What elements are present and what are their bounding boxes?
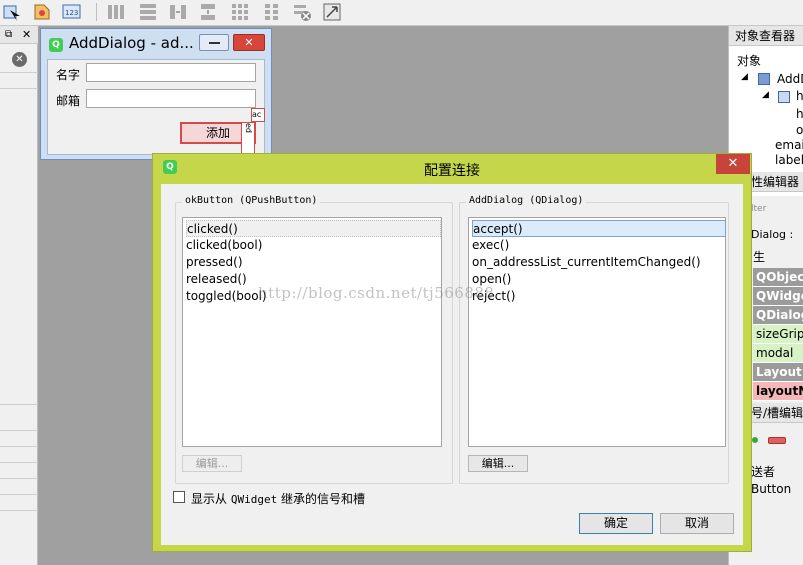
dialog-body: okButton (QPushButton) clicked() clicked…	[161, 184, 743, 545]
ok-button[interactable]: 确定	[579, 513, 653, 534]
property-section-qobject[interactable]: QObject	[753, 268, 803, 287]
sender-value: Button	[751, 482, 792, 496]
object-inspector-title: 对象查看器	[729, 26, 803, 46]
property-sizegrip[interactable]: sizeGrip	[753, 325, 803, 344]
tree-item-email[interactable]: emai	[775, 138, 803, 152]
edit-tab-order-icon[interactable]: 123	[62, 2, 82, 22]
widget-box-dock: ⧉ ✕ ✕	[0, 26, 38, 565]
property-section-qwidget[interactable]: QWidge	[753, 287, 803, 306]
edit-signals-slots-icon[interactable]	[32, 2, 52, 22]
dialog-close-button[interactable]: ✕	[716, 154, 750, 174]
float-icon[interactable]: ⧉	[5, 29, 12, 40]
sender-group-title: okButton (QPushButton)	[182, 195, 321, 206]
property-column-header: 生	[753, 250, 766, 264]
add-connection-icon[interactable]	[752, 437, 758, 443]
property-modal[interactable]: modal	[753, 344, 803, 363]
tree-expand-icon-2[interactable]: ◢	[762, 90, 769, 100]
property-object-label: Dialog :	[751, 228, 794, 241]
close-icon[interactable]: ✕	[22, 28, 31, 41]
dialog-title: 配置连接	[424, 163, 480, 179]
minimize-button[interactable]	[199, 34, 229, 51]
property-filter-input[interactable]: lter	[751, 204, 766, 214]
tree-item-h2[interactable]: h	[796, 107, 803, 121]
form-close-button[interactable]: ✕	[233, 34, 265, 51]
layout-object-icon	[778, 91, 790, 103]
signal-item[interactable]: clicked(bool)	[186, 237, 262, 254]
receiver-group: AddDialog (QDialog) accept() exec() on_a…	[459, 195, 729, 484]
property-section-layout[interactable]: Layout	[753, 363, 803, 382]
layout-splitter-horizontal-icon[interactable]	[168, 2, 188, 22]
show-inherited-checkbox[interactable]	[173, 491, 185, 503]
form-preview-title: AddDialog - ad...	[69, 34, 194, 52]
layout-vertical-icon[interactable]	[138, 2, 158, 22]
edit-signals-button[interactable]: 编辑...	[182, 455, 242, 472]
name-input[interactable]	[86, 63, 256, 82]
connection-end-marker: ac	[251, 108, 265, 122]
tree-item-label[interactable]: label	[775, 153, 803, 167]
adjust-size-icon[interactable]	[322, 2, 342, 22]
property-layoutname[interactable]: layoutN	[753, 382, 803, 401]
connection-line: ed	[241, 122, 255, 154]
watermark: http://blog.csdn.net/tj566888	[258, 284, 495, 302]
break-layout-icon[interactable]	[292, 2, 312, 22]
layout-splitter-vertical-icon[interactable]	[198, 2, 218, 22]
dialog-titlebar: Q 配置连接 ✕	[153, 154, 751, 184]
widget-box-titlebar: ⧉ ✕	[0, 26, 38, 44]
signal-item[interactable]: toggled(bool)	[186, 288, 267, 305]
svg-text:123: 123	[65, 9, 78, 17]
edit-slots-button[interactable]: 编辑...	[468, 455, 528, 472]
email-input[interactable]	[86, 89, 256, 108]
show-inherited-label[interactable]: 显示从 QWidget 继承的信号和槽	[191, 490, 365, 507]
tree-expand-icon[interactable]: ◢	[741, 72, 748, 82]
slot-item[interactable]: on_addressList_currentItemChanged()	[472, 254, 701, 271]
layout-grid-icon[interactable]	[230, 2, 250, 22]
tree-item-h1[interactable]: h	[796, 89, 803, 103]
dialog-object-icon	[758, 73, 770, 85]
configure-connection-dialog: Q 配置连接 ✕ okButton (QPushButton) clicked(…	[152, 153, 752, 552]
slot-item-selected[interactable]: accept()	[472, 220, 726, 237]
signal-item[interactable]: pressed()	[186, 254, 243, 271]
remove-connection-icon[interactable]	[768, 437, 786, 444]
signal-item[interactable]: clicked()	[186, 220, 441, 237]
signal-item[interactable]: released()	[186, 271, 247, 288]
slot-list[interactable]: accept() exec() on_addressList_currentIt…	[468, 217, 726, 447]
form-preview-titlebar: Q AddDialog - ad... ✕	[41, 29, 271, 59]
tree-item-adddialog[interactable]: AddD	[777, 72, 803, 86]
sender-group: okButton (QPushButton) clicked() clicked…	[175, 195, 453, 484]
cancel-button[interactable]: 取消	[660, 513, 734, 534]
qt-logo-icon: Q	[49, 38, 63, 52]
name-label: 名字	[56, 68, 81, 82]
property-section-qdialog[interactable]: QDialog	[753, 306, 803, 325]
receiver-group-title: AddDialog (QDialog)	[466, 195, 587, 206]
email-label: 邮箱	[56, 94, 81, 108]
clear-filter-icon[interactable]: ✕	[12, 52, 27, 67]
edit-widgets-icon[interactable]	[2, 2, 22, 22]
layout-horizontal-icon[interactable]	[106, 2, 126, 22]
designer-toolbar: 123	[0, 0, 803, 26]
signal-list[interactable]: clicked() clicked(bool) pressed() releas…	[182, 217, 442, 447]
tree-item-o[interactable]: o	[796, 123, 803, 137]
sender-column-header: 送者	[751, 465, 776, 479]
slot-item[interactable]: exec()	[472, 237, 509, 254]
object-column-header: 对象	[737, 54, 762, 68]
layout-form-icon[interactable]	[262, 2, 282, 22]
